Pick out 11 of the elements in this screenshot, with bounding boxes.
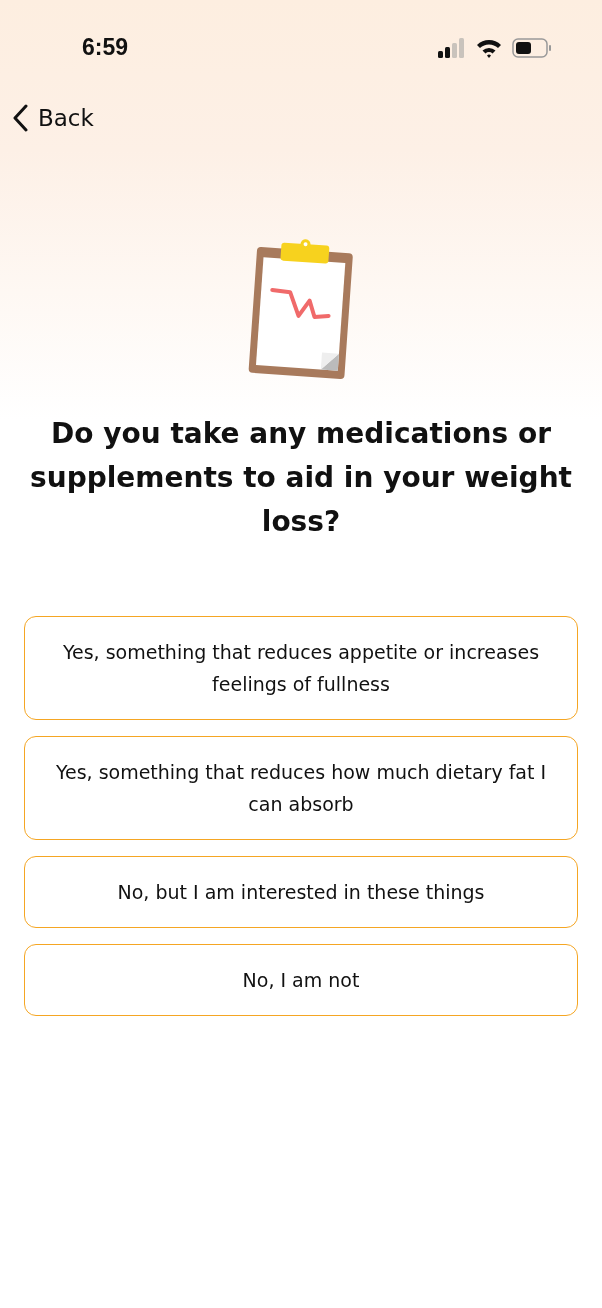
answer-option[interactable]: No, but I am interested in these things bbox=[24, 856, 578, 928]
answer-option[interactable]: Yes, something that reduces how much dietary fat I can absorb bbox=[24, 736, 578, 840]
status-time: 6:59 bbox=[82, 33, 129, 61]
answer-option[interactable]: No, I am not bbox=[24, 944, 578, 1016]
battery-icon bbox=[512, 38, 552, 58]
chevron-left-icon bbox=[12, 104, 28, 132]
wifi-icon bbox=[476, 38, 502, 58]
signal-icon bbox=[438, 38, 466, 58]
back-button[interactable]: Back bbox=[12, 104, 94, 132]
question-heading: Do you take any medications or supplements to aid in your weight loss? bbox=[30, 416, 572, 540]
answer-option[interactable]: Yes, something that reduces appetite or increases feelings of fullness bbox=[24, 616, 578, 720]
